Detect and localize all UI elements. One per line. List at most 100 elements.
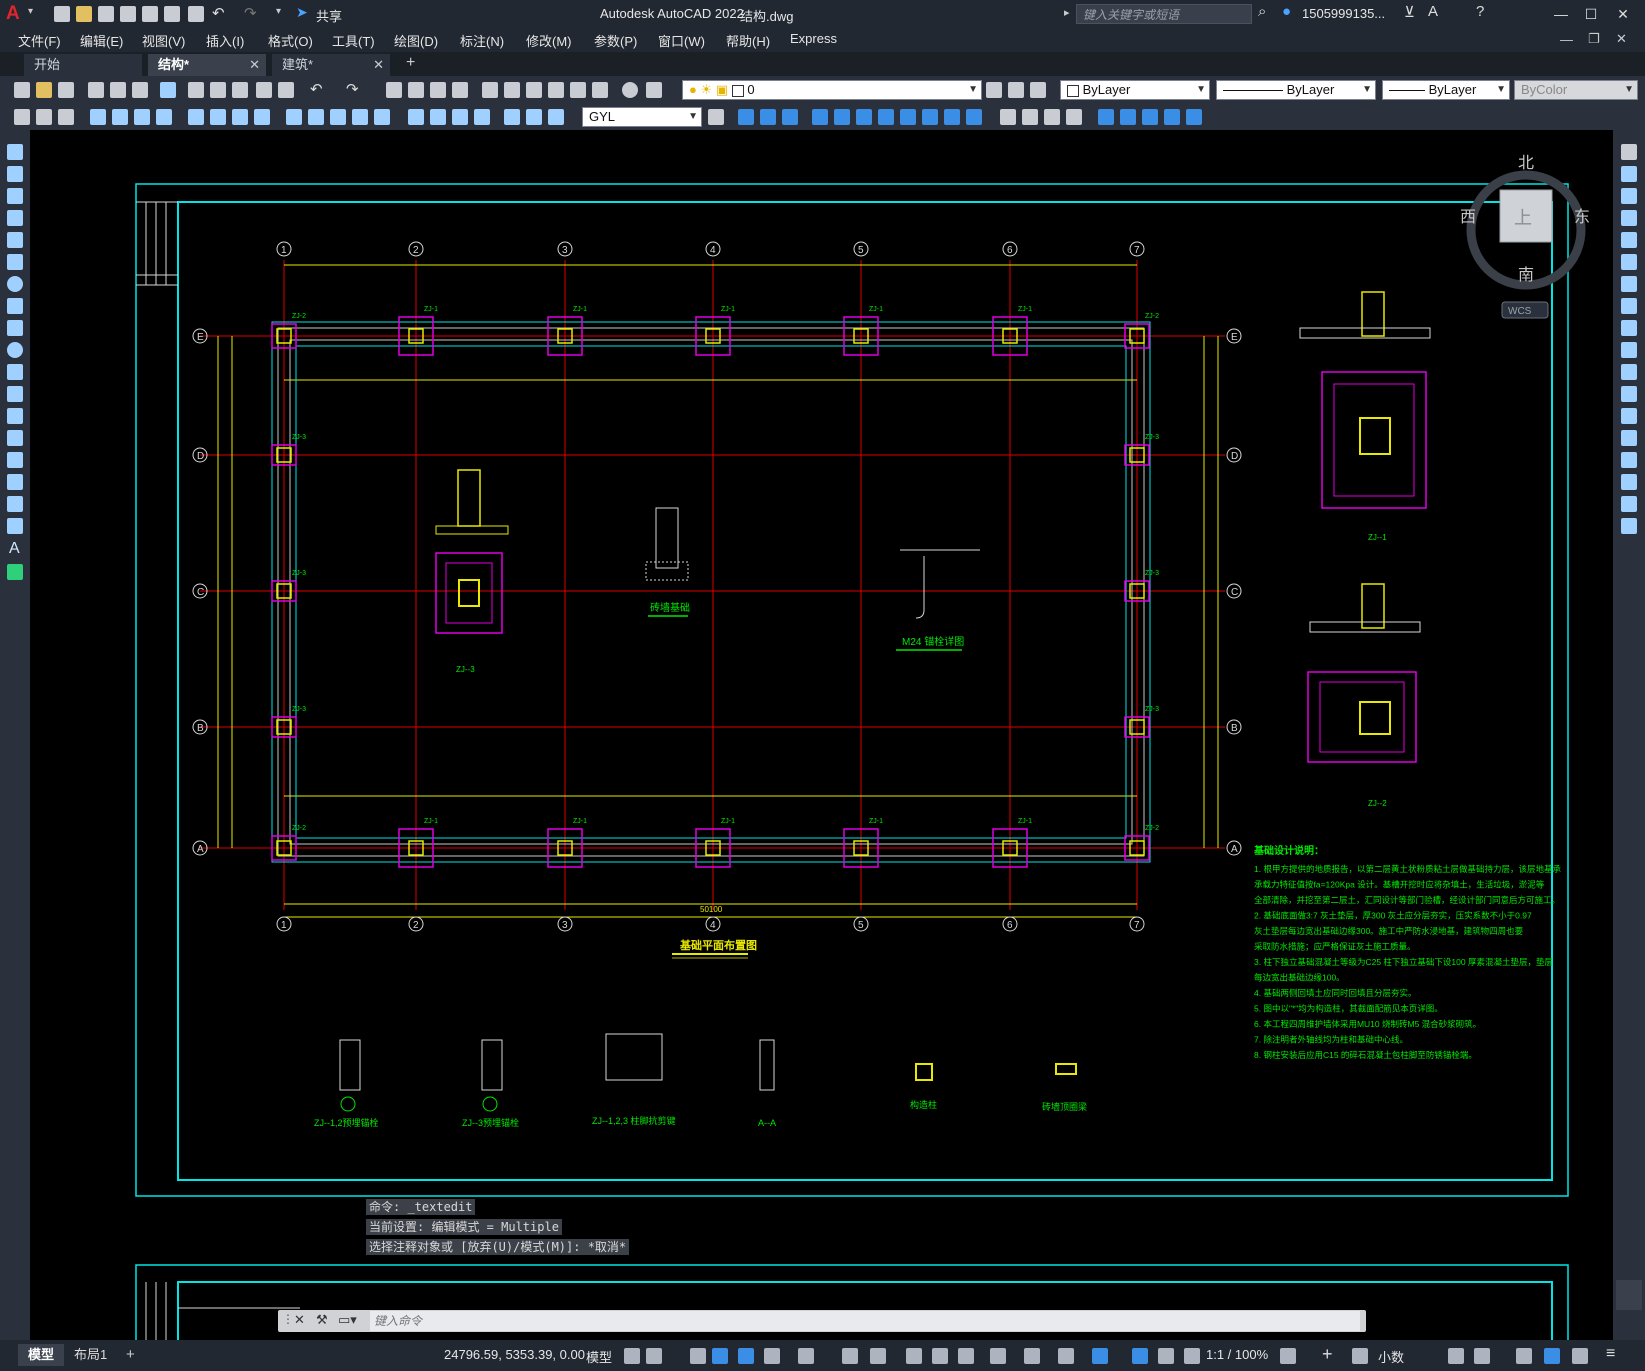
modify-icon-9[interactable]: [922, 109, 938, 125]
plot-preview-icon[interactable]: [110, 82, 126, 98]
erase-icon[interactable]: [1621, 144, 1637, 160]
tool-icon-1[interactable]: [14, 109, 30, 125]
menu-dimension[interactable]: 标注(N): [460, 31, 504, 50]
new-tab-icon[interactable]: +: [406, 54, 415, 72]
join-icon[interactable]: [1621, 430, 1637, 446]
dimension-space-icon[interactable]: [352, 109, 368, 125]
match-properties-icon[interactable]: [256, 82, 272, 98]
save-icon[interactable]: [98, 6, 114, 22]
menu-edit[interactable]: 编辑(E): [80, 31, 123, 50]
radius-dimension-icon[interactable]: [188, 109, 204, 125]
diameter-dimension-icon[interactable]: [232, 109, 248, 125]
share-button[interactable]: 共享: [316, 6, 342, 25]
linear-dimension-icon[interactable]: [90, 109, 106, 125]
workspace-gear-icon[interactable]: [1280, 1348, 1296, 1364]
region-icon[interactable]: [7, 496, 23, 512]
viewcube-east-label[interactable]: 东: [1574, 208, 1590, 226]
auto-scale-icon[interactable]: [1158, 1348, 1174, 1364]
modify-icon-10[interactable]: [944, 109, 960, 125]
tab-close-icon[interactable]: ✕: [373, 54, 384, 76]
modify-icon-16[interactable]: [1098, 109, 1114, 125]
chamfer-icon[interactable]: [1621, 452, 1637, 468]
break-icon[interactable]: [1621, 408, 1637, 424]
modify-icon-4[interactable]: [812, 109, 828, 125]
circle-icon[interactable]: [7, 276, 23, 292]
annotation-scale-value[interactable]: 1:1 / 100%: [1206, 1347, 1268, 1362]
polygon-icon[interactable]: [7, 210, 23, 226]
markup-icon[interactable]: [570, 82, 586, 98]
modify-icon-2[interactable]: [760, 109, 776, 125]
quick-properties-icon[interactable]: [1448, 1348, 1464, 1364]
fillet-icon[interactable]: [1621, 474, 1637, 490]
polyline-icon[interactable]: [7, 188, 23, 204]
customize-quick-access-chevron-icon[interactable]: ▾: [276, 6, 281, 17]
polar-tracking-icon[interactable]: [764, 1348, 780, 1364]
modify-icon-11[interactable]: [966, 109, 982, 125]
zoom-realtime-icon[interactable]: [408, 82, 424, 98]
modify-icon-19[interactable]: [1164, 109, 1180, 125]
angular-dimension-icon[interactable]: [254, 109, 270, 125]
app-logo[interactable]: A: [6, 4, 26, 24]
grid-icon[interactable]: [624, 1348, 640, 1364]
doc-restore-icon[interactable]: ❐: [1588, 31, 1600, 47]
layer-freeze-icon[interactable]: ☀: [700, 82, 712, 97]
toolbar-scroll-thumb[interactable]: [1616, 1280, 1642, 1310]
maximize-button[interactable]: ☐: [1580, 4, 1602, 24]
tab-structure[interactable]: 结构* ✕: [148, 54, 266, 76]
search-icon[interactable]: ⌕: [1258, 3, 1266, 20]
undo-icon[interactable]: ↶: [310, 80, 323, 98]
dimension-edit-icon[interactable]: [504, 109, 520, 125]
blend-curves-icon[interactable]: [1621, 496, 1637, 512]
layer-lock-icon[interactable]: ▣: [716, 82, 728, 97]
drawing-svg[interactable]: 50100 ZJ-1ZJ-1ZJ-1ZJ-1ZJ-1ZJ-1ZJ-1ZJ-1ZJ…: [30, 130, 1613, 1340]
explode-icon[interactable]: [1621, 518, 1637, 534]
spline-icon[interactable]: [7, 320, 23, 336]
command-grip-icon[interactable]: ⋮: [282, 1312, 294, 1326]
tolerance-icon[interactable]: [408, 109, 424, 125]
tab-start[interactable]: 开始: [24, 54, 142, 76]
undo-icon[interactable]: ↶: [212, 4, 225, 22]
continue-dimension-icon[interactable]: [330, 109, 346, 125]
command-close-icon[interactable]: ✕: [294, 1312, 305, 1328]
dynamic-ucs-icon[interactable]: [1024, 1348, 1040, 1364]
offset-icon[interactable]: [1621, 210, 1637, 226]
copy-icon[interactable]: [210, 82, 226, 98]
layer-on-icon[interactable]: ●: [689, 82, 697, 97]
modify-icon-6[interactable]: [856, 109, 872, 125]
calculator-icon[interactable]: [592, 82, 608, 98]
infer-constraints-icon[interactable]: [690, 1348, 706, 1364]
menu-draw[interactable]: 绘图(D): [394, 31, 438, 50]
gizmo-icon[interactable]: [1092, 1348, 1108, 1364]
user-name[interactable]: 1505999135...: [1302, 6, 1385, 21]
redo-icon[interactable]: ↷: [346, 80, 359, 98]
dimension-break-icon[interactable]: [374, 109, 390, 125]
modify-icon-20[interactable]: [1186, 109, 1202, 125]
3d-object-snap-icon[interactable]: [990, 1348, 1006, 1364]
new-file-icon[interactable]: [54, 6, 70, 22]
save-as-icon[interactable]: [120, 6, 136, 22]
plotstyle-dropdown[interactable]: ByColor ▼: [1514, 80, 1638, 100]
line-icon[interactable]: [7, 144, 23, 160]
pan-icon[interactable]: [386, 82, 402, 98]
save-icon[interactable]: [58, 82, 74, 98]
sheet-set-icon[interactable]: [548, 82, 564, 98]
table-icon[interactable]: [7, 518, 23, 534]
doc-close-icon[interactable]: ✕: [1616, 31, 1627, 47]
units-icon[interactable]: [1352, 1348, 1368, 1364]
menu-express[interactable]: Express: [790, 31, 837, 46]
lineweight-icon[interactable]: [906, 1348, 922, 1364]
add-layout-icon[interactable]: +: [126, 1346, 135, 1363]
cursor-coordinates[interactable]: 24796.59, 5353.39, 0.00: [444, 1347, 585, 1362]
units-value[interactable]: 小数: [1378, 1347, 1404, 1366]
baseline-dimension-icon[interactable]: [308, 109, 324, 125]
linetype-dropdown[interactable]: ByLayer ▼: [1216, 80, 1376, 100]
annotation-visibility-icon[interactable]: [1132, 1348, 1148, 1364]
annotation-monitor-icon[interactable]: +: [1322, 1344, 1333, 1365]
menu-file[interactable]: 文件(F): [18, 31, 61, 50]
menu-view[interactable]: 视图(V): [142, 31, 185, 50]
selection-filter-icon[interactable]: [1058, 1348, 1074, 1364]
modify-icon-13[interactable]: [1022, 109, 1038, 125]
modify-icon-18[interactable]: [1142, 109, 1158, 125]
tool-icon-3[interactable]: [58, 109, 74, 125]
lock-ui-icon[interactable]: [1474, 1348, 1490, 1364]
